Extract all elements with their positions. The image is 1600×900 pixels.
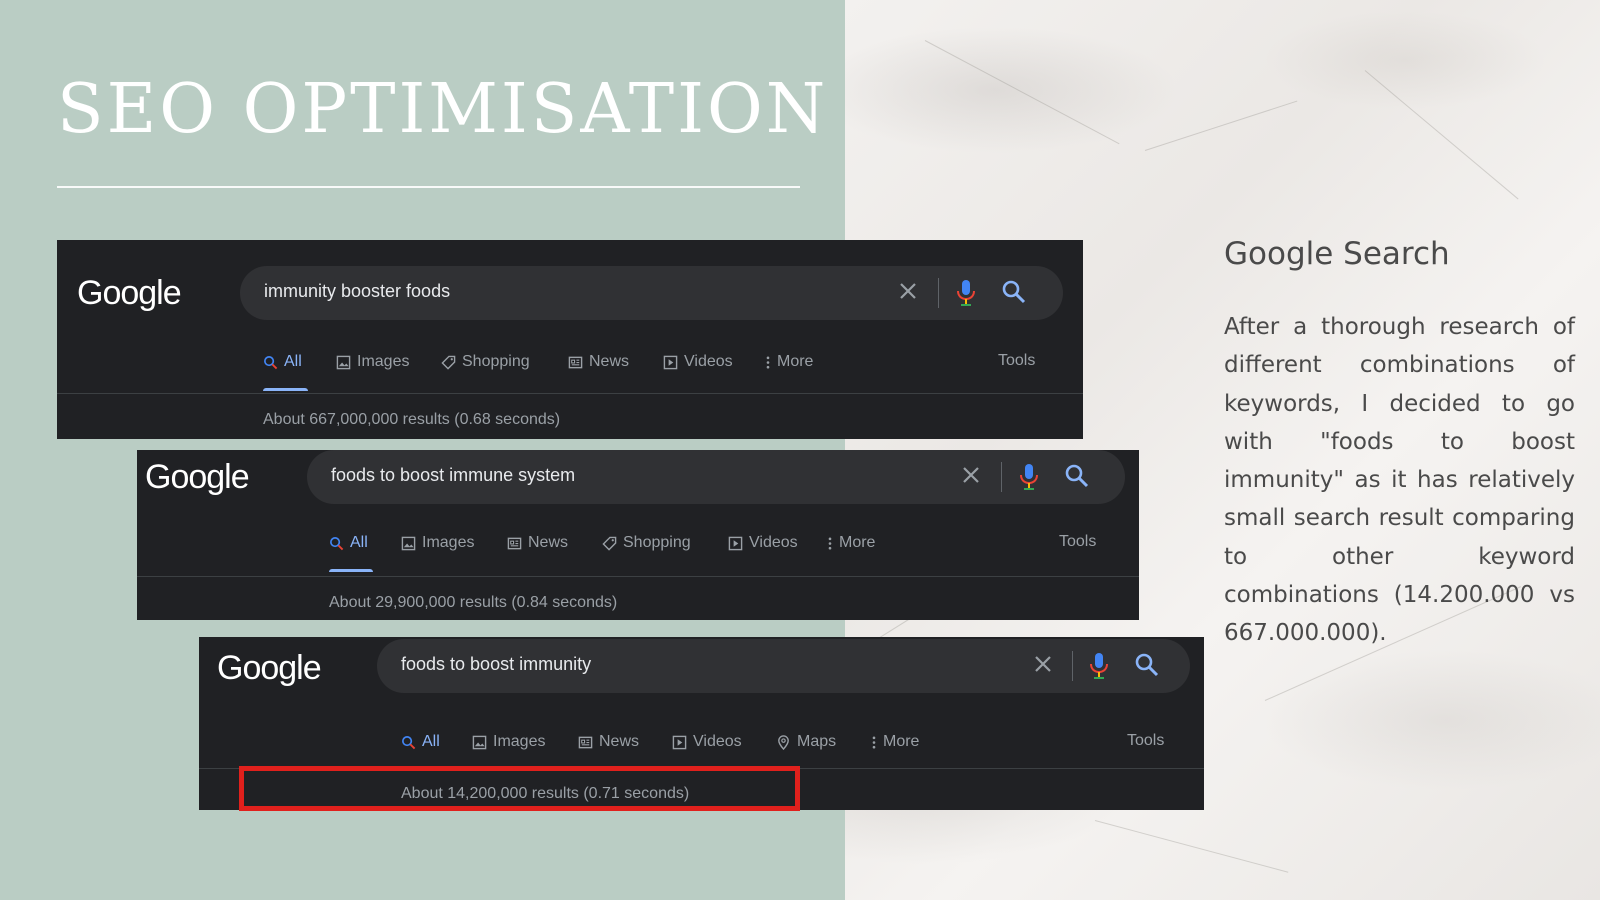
search-divider: [938, 278, 939, 308]
image-icon: [401, 536, 416, 550]
clear-icon[interactable]: [896, 279, 920, 303]
clear-icon[interactable]: [1031, 652, 1055, 676]
more-vert-icon: [828, 537, 832, 549]
more-vert-icon: [766, 356, 770, 368]
tab-label: Maps: [797, 733, 837, 750]
tag-icon: [602, 536, 617, 551]
side-description: After a thorough research of different c…: [1224, 314, 1575, 647]
tab-more[interactable]: More: [871, 729, 919, 755]
search-icon: [264, 355, 278, 369]
play-icon: [728, 536, 743, 550]
tab-images[interactable]: Images: [336, 349, 409, 375]
active-tab-indicator: [263, 388, 308, 391]
google-logo: Google: [77, 274, 182, 312]
tab-videos[interactable]: Videos: [672, 729, 742, 755]
tab-maps[interactable]: Maps: [776, 729, 836, 755]
search-input[interactable]: foods to boost immune system: [331, 465, 575, 486]
tab-news[interactable]: News: [578, 729, 639, 755]
tab-label: News: [528, 534, 569, 551]
search-bar[interactable]: immunity booster foods: [240, 266, 1063, 320]
image-icon: [472, 735, 487, 749]
result-stats: About 667,000,000 results (0.68 seconds): [263, 411, 561, 428]
microphone-icon[interactable]: [955, 279, 977, 307]
tab-videos[interactable]: Videos: [728, 530, 798, 556]
google-screenshot-1: Google immunity booster foods All Images…: [57, 240, 1083, 439]
tab-all[interactable]: All: [329, 530, 368, 556]
microphone-icon[interactable]: [1018, 463, 1040, 491]
search-tabs: All Images News Videos Maps More: [401, 729, 1201, 759]
tab-news[interactable]: News: [568, 349, 629, 375]
tab-label: Videos: [693, 733, 742, 750]
tab-label: More: [839, 534, 876, 551]
side-heading: Google Search: [1224, 236, 1450, 272]
tab-more[interactable]: More: [765, 349, 813, 375]
tab-shopping[interactable]: Shopping: [441, 349, 530, 375]
tabs-divider: [137, 576, 1139, 577]
newspaper-icon: [578, 736, 593, 748]
tab-label: All: [422, 733, 440, 750]
result-highlight-box: [239, 766, 800, 811]
tab-label: All: [284, 353, 302, 370]
tag-icon: [441, 355, 456, 370]
active-tab-indicator: [329, 569, 373, 572]
tab-label: Shopping: [462, 353, 530, 370]
slide-title: SEO OPTIMISATION: [57, 70, 829, 149]
tab-label: More: [777, 353, 814, 370]
google-screenshot-2: Google foods to boost immune system All …: [137, 450, 1139, 620]
tab-news[interactable]: News: [507, 530, 568, 556]
search-divider: [1001, 462, 1002, 492]
search-icon[interactable]: [1064, 463, 1090, 489]
more-vert-icon: [872, 736, 876, 748]
search-icon: [402, 735, 416, 749]
google-logo: Google: [217, 649, 322, 687]
microphone-icon[interactable]: [1088, 652, 1110, 680]
search-icon[interactable]: [1134, 652, 1160, 678]
tab-all[interactable]: All: [401, 729, 440, 755]
clear-icon[interactable]: [959, 463, 983, 487]
tab-label: Videos: [684, 353, 733, 370]
tab-label: News: [599, 733, 640, 750]
search-input[interactable]: foods to boost immunity: [401, 654, 591, 675]
tab-label: Images: [422, 534, 475, 551]
newspaper-icon: [568, 356, 583, 368]
tab-videos[interactable]: Videos: [663, 349, 733, 375]
newspaper-icon: [507, 537, 522, 549]
search-bar[interactable]: foods to boost immune system: [307, 450, 1125, 504]
tab-label: All: [350, 534, 368, 551]
title-divider: [57, 186, 800, 188]
search-icon: [330, 536, 344, 550]
play-icon: [672, 735, 687, 749]
tab-label: Shopping: [623, 534, 691, 551]
tab-shopping[interactable]: Shopping: [602, 530, 691, 556]
tab-label: Images: [357, 353, 410, 370]
search-icon[interactable]: [1001, 279, 1027, 305]
tab-images[interactable]: Images: [472, 729, 545, 755]
search-tabs: All Images News Shopping Videos More: [329, 530, 1129, 560]
image-icon: [336, 355, 351, 369]
tools-button[interactable]: Tools: [1127, 732, 1164, 750]
search-input[interactable]: immunity booster foods: [264, 281, 450, 302]
tools-button[interactable]: Tools: [998, 352, 1035, 370]
search-bar[interactable]: foods to boost immunity: [377, 639, 1190, 693]
search-divider: [1072, 651, 1073, 681]
search-tabs: All Images Shopping News Videos More: [263, 349, 1083, 379]
tab-more[interactable]: More: [827, 530, 875, 556]
tab-label: News: [589, 353, 630, 370]
play-icon: [663, 355, 678, 369]
tabs-divider: [57, 393, 1083, 394]
tab-label: Videos: [749, 534, 798, 551]
tab-images[interactable]: Images: [401, 530, 474, 556]
tab-label: Images: [493, 733, 546, 750]
result-stats: About 29,900,000 results (0.84 seconds): [329, 594, 618, 611]
google-logo: Google: [145, 458, 250, 496]
tools-button[interactable]: Tools: [1059, 533, 1096, 551]
tab-label: More: [883, 733, 920, 750]
tab-all[interactable]: All: [263, 349, 302, 375]
map-pin-icon: [778, 734, 789, 750]
